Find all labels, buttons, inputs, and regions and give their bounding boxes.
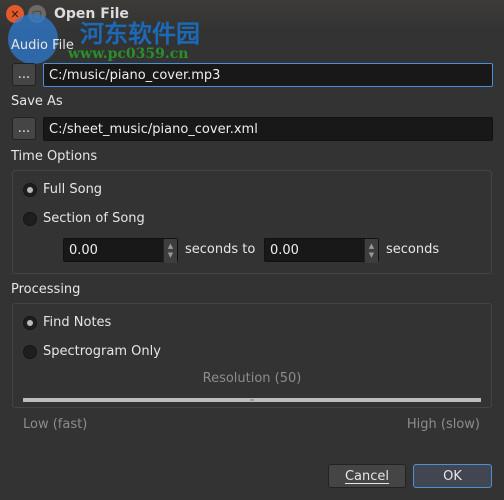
save-as-label: Save As [11, 94, 63, 109]
save-browse-button[interactable]: ... [12, 117, 36, 140]
full-song-label[interactable]: Full Song [43, 182, 102, 197]
high-label: High (slow) [406, 417, 480, 432]
end-value: 0.00 [270, 242, 299, 258]
spin-arrows-icon[interactable]: ▲ ▼ [364, 239, 378, 263]
section-radio[interactable] [23, 212, 37, 226]
start-seconds-spinbox[interactable]: 0.00 ▲ ▼ [63, 238, 178, 263]
ok-button[interactable]: OK [413, 464, 492, 488]
find-notes-radio[interactable] [23, 316, 37, 330]
cancel-button[interactable]: Cancel [328, 464, 406, 488]
resolution-label: Resolution (50) [202, 371, 302, 386]
low-label: Low (fast) [23, 417, 88, 432]
slider-handle[interactable] [250, 399, 254, 401]
save-as-input[interactable]: C:/sheet_music/piano_cover.xml [43, 117, 493, 141]
seconds-label: seconds [386, 242, 440, 257]
spin-arrows-icon[interactable]: ▲ ▼ [163, 239, 177, 263]
spectrogram-radio[interactable] [23, 345, 37, 359]
watermark-url: www.pc0359.cn [68, 46, 189, 62]
start-value: 0.00 [69, 242, 98, 258]
audio-browse-button[interactable]: ... [12, 63, 36, 86]
full-song-radio[interactable] [23, 183, 37, 197]
end-seconds-spinbox[interactable]: 0.00 ▲ ▼ [264, 238, 379, 263]
processing-label: Processing [11, 282, 81, 297]
seconds-to-label: seconds to [185, 242, 256, 257]
time-options-label: Time Options [11, 149, 98, 164]
audio-file-label: Audio File [11, 38, 74, 53]
resolution-slider[interactable] [23, 398, 481, 402]
section-label[interactable]: Section of Song [43, 211, 145, 226]
find-notes-label[interactable]: Find Notes [43, 315, 111, 330]
watermark-text: 河东软件园 [80, 19, 200, 48]
audio-file-input[interactable]: C:/music/piano_cover.mp3 [43, 63, 493, 87]
spectrogram-label[interactable]: Spectrogram Only [43, 344, 161, 359]
